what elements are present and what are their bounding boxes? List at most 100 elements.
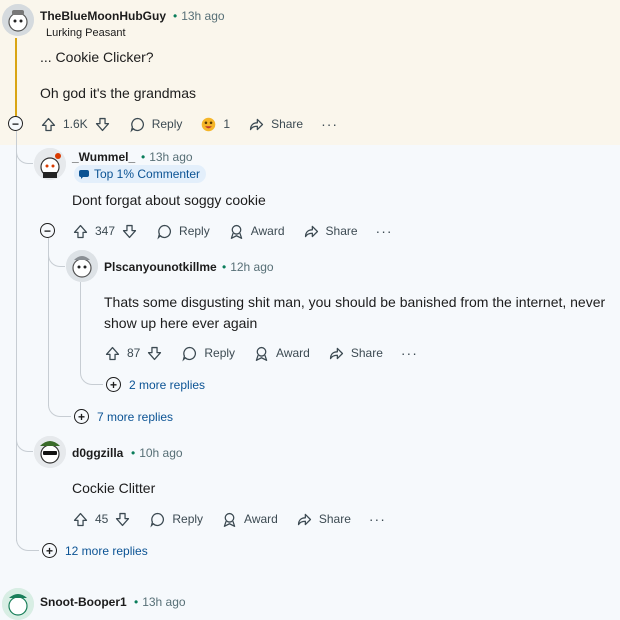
share-label: Share: [350, 346, 383, 360]
speech-bubble-icon: [182, 346, 197, 362]
award-button[interactable]: Award: [228, 223, 285, 240]
speech-bubble-icon: [130, 117, 144, 133]
reply-label: Reply: [172, 512, 204, 526]
comment-author[interactable]: d0ggzilla: [72, 446, 123, 460]
award-button[interactable]: 1: [200, 116, 230, 133]
reply-label: Reply: [179, 224, 210, 238]
share-arrow-icon: [304, 225, 318, 237]
arrow-up-icon[interactable]: [40, 116, 57, 133]
collapse-thread-button[interactable]: −: [40, 223, 55, 238]
reply-button[interactable]: Reply: [129, 116, 182, 133]
vote-group: 45: [72, 511, 131, 528]
arrow-down-icon[interactable]: [121, 223, 138, 240]
more-options-button[interactable]: ···: [401, 345, 418, 361]
award-label: Award: [276, 346, 310, 360]
share-button[interactable]: Share: [303, 223, 358, 240]
comment-actions: 347 Reply Award Share ···: [72, 219, 411, 243]
vote-group: 87: [104, 345, 163, 362]
arrow-down-icon[interactable]: [146, 345, 163, 362]
comment-author[interactable]: _Wummel_: [72, 150, 135, 164]
time-text: 13h ago: [181, 9, 225, 23]
award-icon: [230, 224, 242, 239]
reply-button[interactable]: Reply: [181, 345, 235, 362]
separator-dot: •: [222, 260, 227, 274]
vote-count: 45: [95, 512, 109, 526]
reply-label: Reply: [204, 346, 236, 360]
minus-circle-icon: −: [11, 116, 19, 131]
comment-text: Thats some disgusting shit man, you shou…: [104, 294, 606, 310]
more-replies-link[interactable]: 7 more replies: [97, 410, 173, 424]
award-label: Award: [250, 224, 285, 238]
share-arrow-icon: [297, 513, 311, 525]
ellipsis-icon: ···: [321, 116, 339, 132]
thread-line: [15, 38, 17, 116]
top-commenter-badge: Top 1% Commenter: [74, 165, 207, 183]
ellipsis-icon: ···: [375, 223, 393, 239]
user-flair: Lurking Peasant: [46, 27, 126, 39]
vote-count: 1.6K: [63, 117, 88, 131]
expand-replies-button[interactable]: +: [106, 377, 121, 392]
award-count: 1: [223, 117, 231, 131]
reply-button[interactable]: Reply: [149, 511, 203, 528]
share-label: Share: [318, 512, 351, 526]
comment-text: Oh god it's the grandmas: [40, 85, 196, 101]
comment-timestamp[interactable]: • 13h ago: [141, 150, 193, 164]
more-options-button[interactable]: ···: [369, 511, 386, 527]
award-label: Award: [244, 512, 278, 526]
thread-line: [48, 238, 49, 406]
comment-timestamp[interactable]: • 13h ago: [173, 9, 225, 23]
time-text: 10h ago: [139, 446, 183, 460]
more-replies-link[interactable]: 2 more replies: [129, 378, 205, 392]
ellipsis-icon: ···: [368, 511, 386, 527]
arrow-up-icon[interactable]: [72, 223, 89, 240]
speech-bubble-icon: [157, 224, 172, 240]
share-button[interactable]: Share: [328, 345, 383, 362]
share-button[interactable]: Share: [296, 511, 351, 528]
avatar[interactable]: [66, 250, 98, 282]
time-text: 13h ago: [142, 595, 186, 609]
vote-count: 87: [127, 346, 141, 360]
chat-icon: [79, 170, 89, 179]
comment-author[interactable]: Plscanyounotkillme: [104, 260, 217, 274]
badge-label: Top 1% Commenter: [94, 167, 201, 181]
arrow-up-icon[interactable]: [104, 345, 121, 362]
avatar[interactable]: [2, 4, 34, 36]
time-text: 13h ago: [149, 150, 193, 164]
thread-line: [80, 282, 81, 372]
thread-connector: [48, 396, 71, 417]
comment-author[interactable]: TheBlueMoonHubGuy: [40, 9, 166, 23]
more-options-button[interactable]: ···: [376, 223, 393, 239]
more-replies-link[interactable]: 12 more replies: [65, 544, 148, 558]
expand-replies-button[interactable]: +: [74, 409, 89, 424]
arrow-down-icon[interactable]: [114, 511, 131, 528]
comment-author[interactable]: Snoot-Booper1: [40, 595, 127, 609]
speech-bubble-icon: [150, 512, 165, 528]
comment-text: ... Cookie Clicker?: [40, 49, 154, 65]
thread-connector: [16, 430, 33, 452]
expand-replies-button[interactable]: +: [42, 543, 57, 558]
award-emoji-icon: [202, 117, 216, 131]
comment-timestamp[interactable]: • 13h ago: [134, 595, 186, 609]
collapse-thread-button[interactable]: −: [8, 116, 23, 131]
vote-group: 347: [72, 223, 138, 240]
plus-circle-icon: +: [45, 543, 53, 558]
comment-text: Dont forgat about soggy cookie: [72, 192, 266, 208]
comment-timestamp[interactable]: • 12h ago: [222, 260, 274, 274]
reply-button[interactable]: Reply: [156, 223, 210, 240]
award-icon: [223, 512, 236, 527]
share-arrow-icon: [249, 118, 264, 130]
share-button[interactable]: Share: [248, 116, 303, 133]
award-button[interactable]: Award: [253, 345, 310, 362]
more-options-button[interactable]: ···: [321, 116, 338, 132]
arrow-up-icon[interactable]: [72, 511, 89, 528]
avatar[interactable]: [2, 588, 34, 620]
comment-timestamp[interactable]: • 10h ago: [131, 446, 183, 460]
thread-connector: [16, 530, 39, 551]
thread-connector: [16, 145, 33, 164]
avatar[interactable]: [34, 148, 66, 180]
award-icon: [255, 346, 268, 361]
vote-count: 347: [95, 224, 116, 238]
avatar[interactable]: [34, 436, 66, 468]
award-button[interactable]: Award: [221, 511, 278, 528]
arrow-down-icon[interactable]: [94, 116, 111, 133]
